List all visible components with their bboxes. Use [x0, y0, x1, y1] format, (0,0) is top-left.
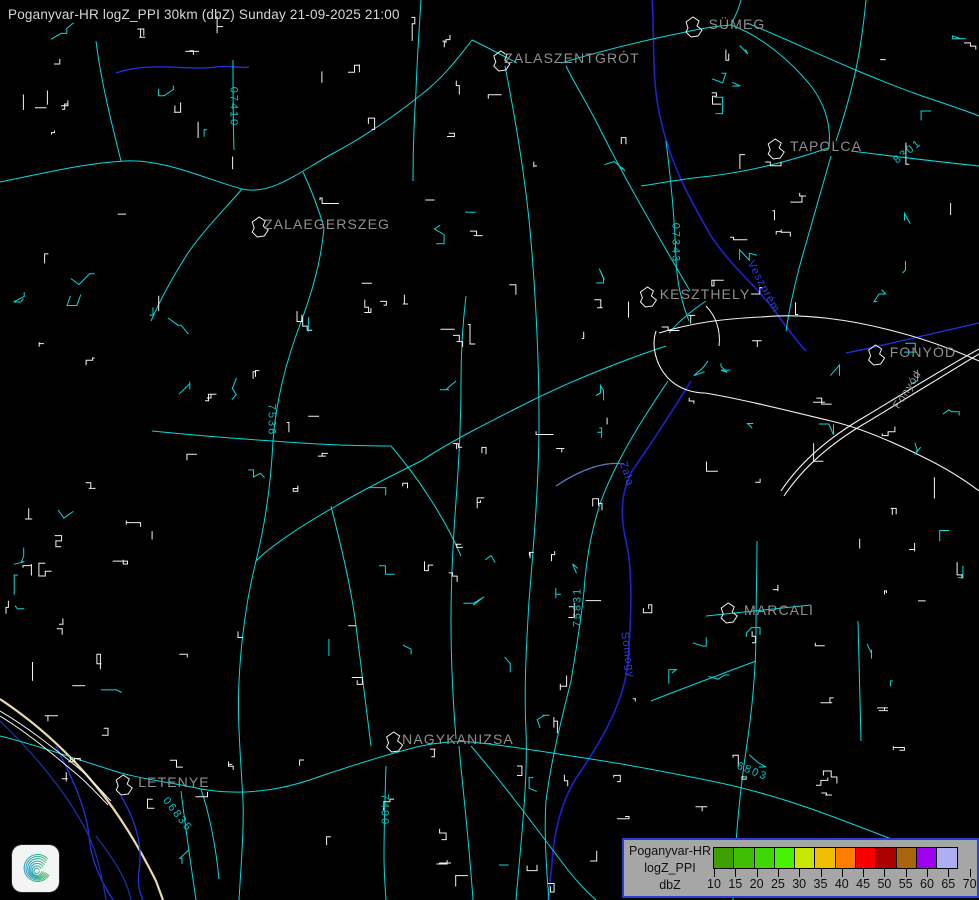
legend-swatch [916, 847, 937, 869]
legend-tick-mark [948, 869, 949, 877]
legend-swatch [936, 847, 957, 869]
city-label-fonyod: FONYÓD [890, 345, 957, 359]
legend-tick-label: 60 [920, 877, 934, 891]
legend-tick-label: 30 [792, 877, 806, 891]
road-label: 7490 [379, 794, 390, 826]
legend-tick-label: 25 [771, 877, 785, 891]
city-label-nagykanizsa: NAGYKANIZSA [402, 732, 514, 746]
radar-logo [12, 845, 59, 892]
radar-display: Poganyvar-HR logZ_PPI 30km (dbZ) Sunday … [0, 0, 979, 900]
legend-swatch [733, 847, 754, 869]
road-label: 07410 [228, 87, 239, 128]
legend-tick-label: 10 [707, 877, 721, 891]
legend-swatch [896, 847, 917, 869]
city-label-zalaszentgrot: ZALASZENTGRÓT [504, 51, 640, 65]
legend-tick-label: 50 [877, 877, 891, 891]
spiral-icon [16, 849, 56, 889]
legend-tick-label: 55 [899, 877, 913, 891]
legend-swatch [855, 847, 876, 869]
road-label: 07343 [670, 223, 681, 264]
legend-tick-label: 40 [835, 877, 849, 891]
legend-tick-mark [884, 869, 885, 877]
legend-tick-mark [970, 869, 971, 877]
legend-tick-mark [735, 869, 736, 877]
legend-tick-labels: 10152025303540455055606570 [714, 877, 979, 893]
city-label-marcali: MARCALI [744, 603, 814, 617]
legend-swatch [794, 847, 815, 869]
legend-swatch [835, 847, 856, 869]
city-label-letenye: LETENYE [138, 775, 210, 789]
legend-station-name: Poganyvar-HR [624, 843, 716, 860]
legend-tick-mark [821, 869, 822, 877]
legend-station-block: Poganyvar-HR logZ_PPI dbZ [624, 843, 716, 894]
legend-tick-label: 35 [814, 877, 828, 891]
legend-swatch [875, 847, 896, 869]
legend-unit-label: dbZ [624, 877, 716, 894]
legend-swatch [814, 847, 835, 869]
water-and-boundary-lines [0, 0, 979, 900]
legend-product-name: logZ_PPI [624, 860, 716, 877]
legend-tick-label: 70 [963, 877, 977, 891]
city-label-keszthely: KESZTHELY [660, 287, 751, 301]
road-lines [0, 0, 979, 900]
legend-color-scale [714, 847, 958, 869]
legend-tick-mark [778, 869, 779, 877]
city-label-tapolca: TAPOLCA [790, 139, 862, 153]
legend-tick-label: 20 [750, 877, 764, 891]
legend-tick-label: 15 [728, 877, 742, 891]
legend-swatch [713, 847, 734, 869]
map-title: Poganyvar-HR logZ_PPI 30km (dbZ) Sunday … [8, 7, 400, 22]
legend-tick-mark [799, 869, 800, 877]
legend-swatch [754, 847, 775, 869]
road-label: 7536 [266, 404, 277, 436]
legend-panel: Poganyvar-HR logZ_PPI dbZ 10 15 20 25 30 35 40… [622, 838, 979, 898]
road-label: 75831 [573, 587, 584, 628]
radar-map [0, 0, 979, 900]
legend-tick-mark [863, 869, 864, 877]
legend-tick-label: 65 [941, 877, 955, 891]
legend-tick-mark [757, 869, 758, 877]
legend-tick-mark [842, 869, 843, 877]
legend-tick-marks [714, 869, 970, 877]
legend-tick-label: 45 [856, 877, 870, 891]
city-label-zalaegerszeg: ZALAEGERSZEG [264, 217, 390, 231]
legend-tick-mark [714, 869, 715, 877]
legend-tick-mark [906, 869, 907, 877]
city-label-sumeg: SÜMEG [709, 17, 766, 31]
legend-swatch [774, 847, 795, 869]
legend-tick-mark [927, 869, 928, 877]
